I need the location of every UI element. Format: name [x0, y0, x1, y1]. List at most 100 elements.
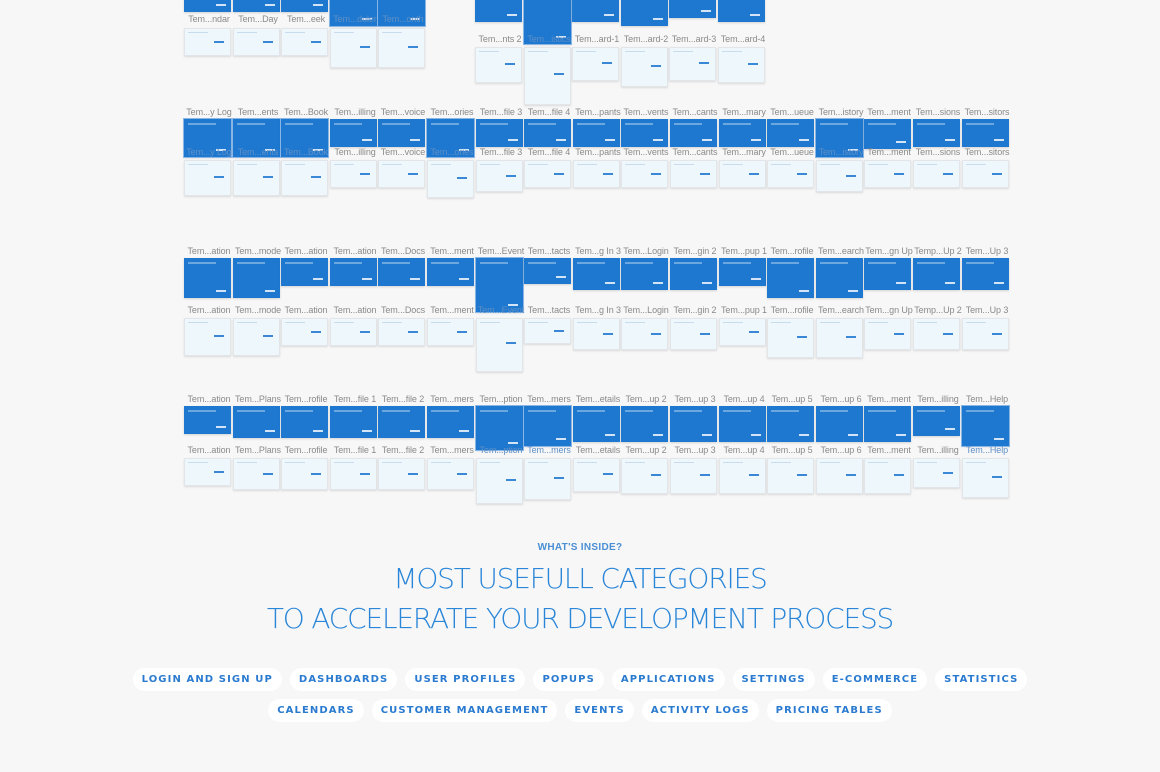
artboard-preview-light[interactable]: [330, 318, 377, 346]
artboard-preview-dark[interactable]: [524, 119, 571, 147]
artboard-preview-light[interactable]: [330, 160, 377, 188]
artboard-label[interactable]: Tem...eek: [281, 14, 331, 24]
artboard-label[interactable]: Tem...up 6: [816, 445, 866, 455]
artboard-label[interactable]: Tem...cants: [670, 107, 720, 117]
artboard-preview-dark[interactable]: [913, 406, 960, 436]
artboard-preview-light[interactable]: [913, 458, 960, 488]
artboard-label[interactable]: Tem...illing: [330, 147, 380, 157]
artboard-label[interactable]: Tem...file 1: [330, 394, 380, 404]
artboard-preview-dark[interactable]: [524, 258, 571, 284]
artboard-preview-dark[interactable]: [281, 0, 328, 12]
artboard-label[interactable]: Tem...ment: [427, 305, 477, 315]
artboard-label[interactable]: Tem...ndar: [184, 14, 234, 24]
artboard-preview-light[interactable]: [281, 318, 328, 346]
artboard-preview-light[interactable]: [621, 160, 668, 188]
artboard-preview-light[interactable]: [427, 318, 474, 346]
artboard-preview-light[interactable]: [233, 28, 280, 56]
artboard-preview-light[interactable]: [378, 318, 425, 346]
artboard-label[interactable]: Tem...sitors: [962, 147, 1012, 157]
artboard-label[interactable]: Tem...illing: [913, 445, 963, 455]
artboard-preview-dark[interactable]: [330, 119, 377, 147]
artboard-label[interactable]: Tem...gin 2: [670, 305, 720, 315]
artboard-preview-dark[interactable]: [573, 406, 620, 442]
artboard-label[interactable]: Tem...illing: [330, 107, 380, 117]
artboard-preview-dark[interactable]: [864, 119, 911, 149]
artboard-label[interactable]: Tem...up 2: [621, 394, 671, 404]
artboard-label[interactable]: Tem...etails: [573, 445, 623, 455]
artboard-preview-dark[interactable]: [621, 0, 668, 26]
artboard-preview-light[interactable]: [184, 458, 231, 486]
artboard-preview-dark[interactable]: [864, 406, 911, 442]
artboard-label[interactable]: Tem...ment: [864, 394, 914, 404]
artboard-label[interactable]: Tem...mers: [427, 394, 477, 404]
artboard-label[interactable]: Tem...voice: [378, 107, 428, 117]
category-chip[interactable]: POPUPS: [533, 668, 604, 691]
artboard-label[interactable]: Tem...up 3: [670, 394, 720, 404]
artboard-preview-light[interactable]: [962, 318, 1009, 350]
artboard-label[interactable]: Tem...up 5: [767, 394, 817, 404]
artboard-preview-light[interactable]: [281, 28, 328, 56]
artboard-label[interactable]: Tem...ation: [184, 394, 234, 404]
artboard-preview-dark[interactable]: [767, 406, 814, 442]
artboard-label[interactable]: Tem...ation: [281, 246, 331, 256]
artboard-preview-dark[interactable]: [184, 406, 231, 434]
artboard-preview-dark[interactable]: [961, 405, 1010, 447]
artboard-label[interactable]: Tem...gn Up: [864, 246, 914, 256]
artboard-preview-light[interactable]: [962, 458, 1009, 498]
artboard-preview-light[interactable]: [962, 160, 1009, 188]
artboard-preview-dark[interactable]: [330, 258, 377, 286]
artboard-preview-dark[interactable]: [233, 0, 280, 12]
artboard-preview-dark[interactable]: [573, 119, 620, 147]
artboard-label[interactable]: Tem...ation: [330, 246, 380, 256]
artboard-preview-light[interactable]: [524, 318, 571, 344]
artboard-label[interactable]: Tem...ard-4: [718, 34, 768, 44]
artboard-preview-light[interactable]: [524, 160, 571, 188]
category-chip[interactable]: USER PROFILES: [405, 668, 526, 691]
artboard-label[interactable]: Tem...Login: [621, 305, 671, 315]
artboard-preview-light[interactable]: [427, 160, 474, 198]
artboard-preview-light[interactable]: [816, 458, 863, 494]
artboard-preview-dark[interactable]: [670, 406, 717, 442]
artboard-preview-light[interactable]: [816, 318, 863, 358]
artboard-preview-light[interactable]: [670, 458, 717, 494]
artboard-label[interactable]: Tem...up 4: [719, 394, 769, 404]
artboard-label[interactable]: Tem...file 4: [524, 147, 574, 157]
artboard-preview-dark[interactable]: [475, 257, 524, 313]
artboard-preview-dark[interactable]: [670, 119, 717, 147]
artboard-label[interactable]: Tem...ories: [427, 147, 477, 157]
artboard-label[interactable]: Tem...rofile: [281, 445, 331, 455]
artboard-label[interactable]: Tem...file 1: [330, 445, 380, 455]
artboard-label[interactable]: Tem...rofile: [767, 246, 817, 256]
artboard-label[interactable]: Tem...file 3: [476, 147, 526, 157]
artboard-preview-dark[interactable]: [962, 258, 1009, 290]
artboard-label[interactable]: Tem...gin 2: [670, 246, 720, 256]
artboard-preview-light[interactable]: [573, 318, 620, 350]
artboard-label[interactable]: Tem...etails: [573, 394, 623, 404]
artboard-preview-light[interactable]: [864, 160, 911, 188]
artboard-preview-light[interactable]: [767, 458, 814, 494]
artboard-label[interactable]: Tem...tacts: [524, 305, 574, 315]
category-chip[interactable]: ACTIVITY LOGS: [641, 699, 759, 722]
artboard-label[interactable]: Tem...Help: [962, 394, 1012, 404]
category-chip[interactable]: EVENTS: [565, 699, 634, 722]
artboard-preview-dark[interactable]: [816, 258, 863, 298]
artboard-label[interactable]: Tem...Docs: [378, 246, 428, 256]
artboard-preview-light[interactable]: [476, 160, 523, 192]
artboard-preview-light[interactable]: [524, 47, 571, 105]
artboard-label[interactable]: Tem...ueue: [767, 107, 817, 117]
artboard-label[interactable]: Tem...ation: [281, 305, 331, 315]
category-chip[interactable]: DASHBOARDS: [289, 668, 398, 691]
artboard-label[interactable]: Tem...ment: [427, 246, 477, 256]
artboard-label[interactable]: Tem...mers: [427, 445, 477, 455]
category-chip[interactable]: SETTINGS: [732, 668, 815, 691]
artboard-preview-light[interactable]: [913, 318, 960, 350]
artboard-preview-light[interactable]: [669, 47, 716, 81]
artboard-preview-light[interactable]: [767, 160, 814, 188]
artboard-preview-dark[interactable]: [767, 258, 814, 298]
artboard-preview-light[interactable]: [718, 47, 765, 83]
artboard-preview-light[interactable]: [864, 458, 911, 494]
artboard-label[interactable]: Tem...Book: [281, 147, 331, 157]
artboard-label[interactable]: Tem...voice: [378, 147, 428, 157]
artboard-label[interactable]: Tem...cants: [670, 147, 720, 157]
artboard-label[interactable]: Tem...ents: [233, 107, 283, 117]
